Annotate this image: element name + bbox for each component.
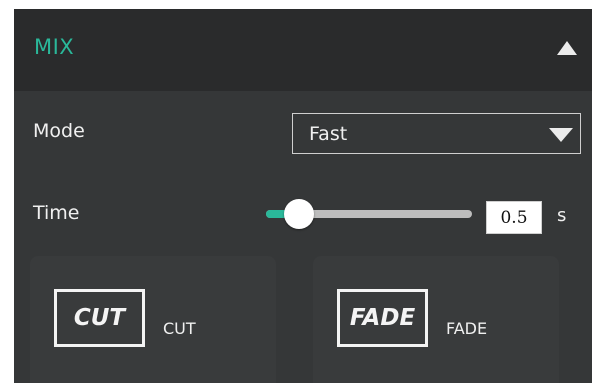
time-label: Time bbox=[33, 202, 80, 224]
fade-badge: FADE bbox=[337, 289, 428, 347]
time-slider[interactable] bbox=[266, 199, 472, 229]
panel-header[interactable]: MIX bbox=[14, 9, 592, 91]
panel-title: MIX bbox=[34, 35, 75, 59]
cut-transition-button[interactable]: CUT CUT bbox=[30, 256, 276, 383]
cut-label: CUT bbox=[163, 319, 196, 338]
fade-transition-button[interactable]: FADE FADE bbox=[313, 256, 559, 383]
chevron-up-icon[interactable] bbox=[557, 41, 577, 55]
slider-thumb[interactable] bbox=[284, 199, 314, 229]
cut-badge: CUT bbox=[54, 289, 145, 347]
caret-down-icon bbox=[549, 128, 573, 142]
time-unit: s bbox=[557, 205, 567, 226]
mix-panel: MIX Mode Fast Time s CUT CUT FADE FADE bbox=[14, 9, 592, 383]
time-value-input[interactable] bbox=[486, 201, 542, 234]
fade-label: FADE bbox=[446, 319, 488, 338]
mode-dropdown[interactable]: Fast bbox=[292, 113, 581, 154]
mode-selected-value: Fast bbox=[309, 123, 348, 145]
mode-label: Mode bbox=[33, 120, 85, 142]
